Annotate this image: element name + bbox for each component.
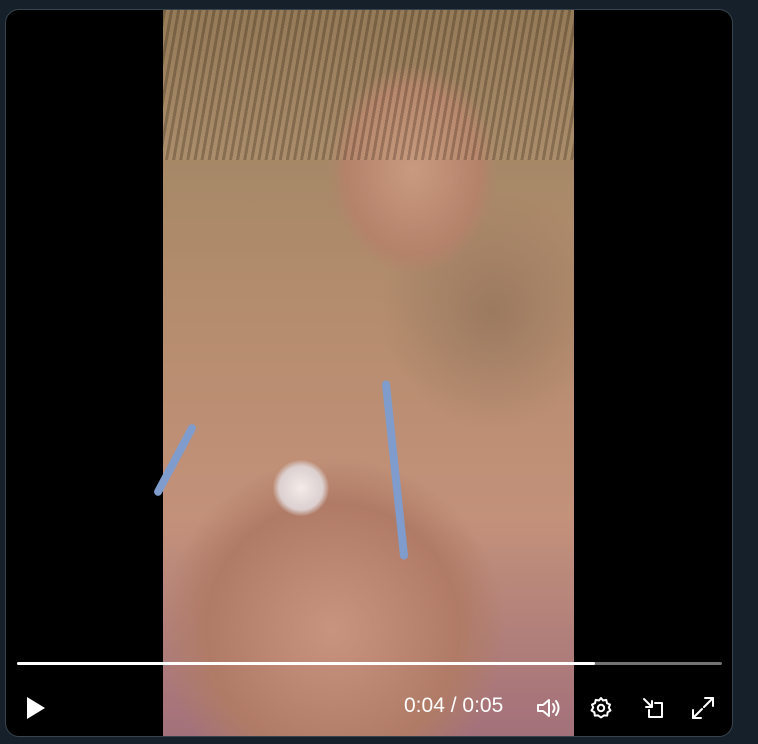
progress-fill: [17, 662, 596, 665]
play-button[interactable]: [20, 692, 52, 724]
gear-icon: [589, 696, 613, 720]
volume-button[interactable]: [532, 692, 566, 724]
time-display: 0:04 / 0:05: [404, 694, 503, 718]
time-separator: /: [444, 694, 463, 717]
thatch-roof-background: [163, 10, 574, 160]
volume-icon: [535, 696, 563, 720]
duration: 0:05: [462, 694, 504, 717]
fullscreen-button[interactable]: [686, 692, 720, 724]
control-bar: 0:04 / 0:05: [6, 682, 732, 732]
necklace-pendant: [273, 460, 329, 516]
picture-in-picture-button[interactable]: [636, 692, 670, 724]
settings-button[interactable]: [584, 692, 618, 724]
picture-in-picture-icon: [640, 695, 666, 721]
play-icon: [25, 696, 47, 720]
expand-icon: [690, 695, 716, 721]
progress-bar[interactable]: [17, 662, 722, 665]
bikini-strap-right: [381, 380, 409, 560]
current-time: 0:04: [404, 694, 445, 717]
video-frame[interactable]: [152, 10, 574, 736]
video-player[interactable]: 0:04 / 0:05: [5, 9, 733, 737]
bikini-strap-left: [152, 422, 198, 498]
